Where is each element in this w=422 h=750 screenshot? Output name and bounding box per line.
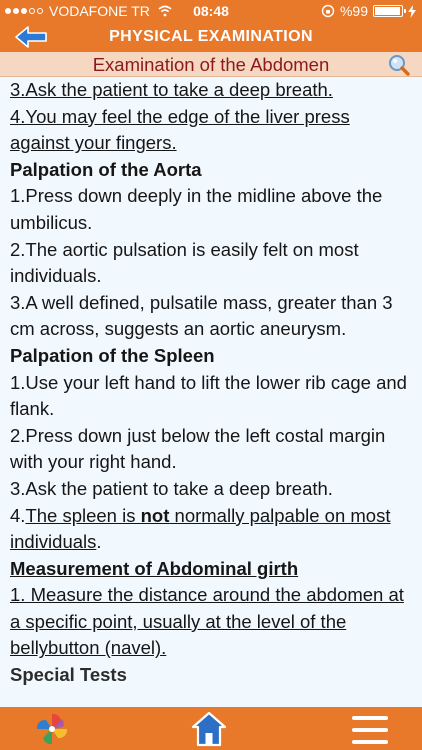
spleen-step-4-text-a: The spleen is [25, 504, 141, 526]
section-bar: Examination of the Abdomen [0, 52, 422, 77]
status-right: %99 [321, 0, 416, 22]
aorta-step-3: 3.A well defined, pulsatile mass, greate… [10, 291, 393, 340]
pinwheel-logo [36, 713, 68, 745]
home-icon[interactable] [189, 709, 229, 749]
app-title: PHYSICAL EXAMINATION [109, 28, 313, 45]
special-tests-heading: Special Tests [10, 664, 127, 686]
aorta-heading: Palpation of the Aorta [10, 158, 202, 180]
spleen-heading: Palpation of the Spleen [10, 344, 215, 366]
spleen-step-4: 4.The spleen is not normally palpable on… [10, 503, 412, 556]
spleen-step-2: 2.Press down just below the left costal … [10, 424, 386, 473]
aorta-step-1: 1.Press down deeply in the midline above… [10, 185, 383, 233]
spleen-step-1: 1.Use your left hand to lift the lower r… [10, 371, 407, 420]
spleen-step-4-number: 4. [10, 504, 26, 526]
hamburger-menu-icon[interactable] [352, 716, 388, 744]
rotation-lock-icon [321, 4, 335, 18]
spleen-step-4-period: . [96, 531, 102, 553]
girth-step-1: 1. Measure the distance around the abdom… [10, 584, 404, 659]
aorta-step-2: 2.The aortic pulsation is easily felt on… [10, 238, 359, 287]
status-bar: VODAFONE TR 08:48 %99 [0, 0, 422, 22]
girth-heading: Measurement of Abdominal girth [10, 557, 299, 579]
content-area[interactable]: 3.Ask the patient to take a deep breath.… [0, 77, 422, 707]
liver-step-4: 4.You may feel the edge of the liver pre… [10, 105, 350, 154]
battery-icon [373, 5, 406, 17]
app-header: PHYSICAL EXAMINATION [0, 22, 422, 52]
section-title: Examination of the Abdomen [92, 54, 330, 75]
magnifier-icon[interactable] [387, 53, 411, 77]
liver-step-3: 3.Ask the patient to take a deep breath. [10, 79, 333, 100]
charging-bolt-icon [408, 4, 416, 18]
spleen-step-3: 3.Ask the patient to take a deep breath. [10, 477, 333, 499]
bottom-toolbar [0, 707, 422, 750]
battery-percent: %99 [339, 3, 368, 19]
spleen-step-4-emphasis: not [140, 504, 170, 526]
